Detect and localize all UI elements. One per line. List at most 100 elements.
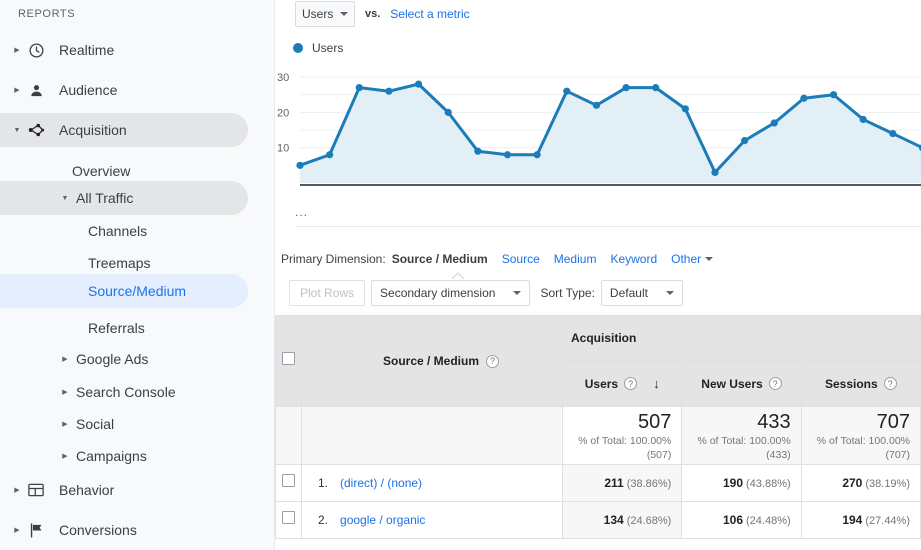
row-new-users-cell: 106 (24.48%) (681, 501, 802, 539)
row-sessions-percent: (38.19%) (865, 478, 910, 490)
metric-selector-row: Users vs. Select a metric (295, 0, 470, 28)
svg-text:10: 10 (277, 143, 289, 155)
chevron-down-icon[interactable] (12, 125, 22, 135)
secondary-dimension-label: Secondary dimension (380, 286, 496, 300)
totals-percent: % of Total: 100.00% (816, 434, 910, 447)
select-a-metric-link[interactable]: Select a metric (390, 7, 469, 21)
dimension-header-label: Source / Medium (382, 354, 480, 368)
chevron-right-icon[interactable]: ▶ (60, 387, 70, 397)
sidebar-item-label: Conversions (59, 522, 137, 538)
sidebar-item-acquisition[interactable]: Acquisition (0, 113, 248, 147)
acquisition-icon (26, 120, 46, 140)
svg-text:30: 30 (277, 72, 289, 84)
metric-select[interactable]: Users (295, 1, 355, 27)
totals-value: 433 (757, 410, 791, 433)
sidebar-item-source-medium[interactable]: Source/Medium (0, 274, 248, 308)
vs-label: vs. (365, 8, 381, 20)
sidebar-item-campaigns[interactable]: ▶ Campaigns (0, 439, 248, 473)
dimension-header-cell[interactable]: Source / Medium ? (301, 315, 563, 407)
chevron-right-icon[interactable] (12, 85, 22, 95)
table-header-group-row: Source / Medium ? Acquisition (275, 315, 921, 407)
flag-icon (26, 520, 46, 540)
sidebar-item-referrals[interactable]: Referrals (0, 311, 248, 345)
sidebar-item-all-traffic[interactable]: ▼ All Traffic (0, 181, 248, 215)
totals-dimension-cell (301, 406, 563, 465)
plot-rows-label: Plot Rows (300, 286, 355, 300)
chevron-right-icon[interactable]: ▶ (60, 354, 70, 364)
sort-type-button[interactable]: Default (600, 280, 683, 306)
metric-select-value: Users (302, 7, 334, 21)
sidebar-section-label: REPORTS (18, 8, 76, 20)
column-header-sessions[interactable]: Sessions ? (800, 360, 921, 407)
help-icon[interactable]: ? (486, 354, 500, 368)
sort-type-label: Sort Type: (540, 286, 595, 300)
primary-dimension-label: Primary Dimension: (281, 252, 386, 266)
sidebar-item-label: Social (76, 416, 115, 432)
row-users-percent: (24.68%) (626, 515, 672, 527)
sidebar-item-channels[interactable]: Channels (0, 214, 248, 248)
sidebar-item-google-ads[interactable]: ▶ Google Ads (0, 342, 248, 376)
row-new-users-cell: 190 (43.88%) (681, 464, 802, 502)
row-dimension-cell: 2. google / organic (301, 501, 563, 539)
help-icon[interactable]: ? (883, 377, 897, 390)
column-header-new-users[interactable]: New Users ? (681, 360, 802, 407)
chevron-right-icon[interactable] (12, 525, 22, 535)
column-header-users[interactable]: Users ? ↓ (561, 360, 683, 407)
sidebar-item-realtime[interactable]: Realtime (0, 33, 248, 67)
row-source-link[interactable]: (direct) / (none) (340, 476, 422, 490)
users-over-time-chart[interactable]: 10 20 30 (275, 62, 921, 190)
help-icon[interactable]: ? (624, 377, 638, 390)
plot-rows-button[interactable]: Plot Rows (289, 280, 366, 306)
sidebar-item-behavior[interactable]: Behavior (0, 473, 248, 507)
secondary-dimension-button[interactable]: Secondary dimension (371, 280, 531, 306)
chevron-right-icon[interactable] (12, 485, 22, 495)
sidebar-item-label: Channels (88, 223, 148, 239)
sidebar-item-audience[interactable]: Audience (0, 73, 248, 107)
table-row[interactable]: 2. google / organic 134 (24.68%) 106 (24.48%)… (275, 501, 921, 539)
primary-dimension-source-link[interactable]: Source (502, 252, 540, 266)
sidebar-item-conversions[interactable]: Conversions (0, 513, 248, 547)
row-dimension-cell: 1. (direct) / (none) (301, 464, 563, 502)
totals-absolute: (507) (646, 448, 672, 461)
totals-value: 707 (876, 410, 910, 433)
row-checkbox[interactable] (282, 474, 295, 487)
sort-type-value: Default (609, 286, 648, 300)
sidebar-item-label: All Traffic (76, 190, 134, 206)
row-sessions-cell: 270 (38.19%) (800, 464, 921, 502)
help-icon[interactable]: ? (768, 377, 782, 390)
sidebar-item-label: Treemaps (88, 255, 151, 271)
row-new-users-value: 106 (722, 513, 744, 527)
source-medium-table: Source / Medium ? Acquisition Users ? ↓ … (275, 315, 921, 539)
chevron-down-icon (340, 12, 348, 16)
table-totals-row: 507% of Total: 100.00% (507) 433% of Total… (275, 406, 921, 465)
sidebar: REPORTS Realtime Audience Acquisition Overv… (0, 0, 275, 550)
person-icon (26, 80, 46, 100)
chevron-down-icon[interactable]: ▼ (60, 193, 70, 203)
svg-text:20: 20 (277, 107, 289, 119)
select-all-cell (275, 315, 302, 407)
chevron-down-icon (705, 257, 714, 261)
row-users-cell: 211 (38.86%) (561, 464, 683, 502)
table-row[interactable]: 1. (direct) / (none) 211 (38.86%) 190 (43.88%… (275, 464, 921, 502)
row-checkbox[interactable] (282, 511, 295, 524)
column-header-sessions-label: Sessions (824, 376, 878, 391)
chevron-right-icon[interactable]: ▶ (60, 451, 70, 461)
primary-dimension-medium-link[interactable]: Medium (554, 252, 597, 266)
totals-checkbox-cell (275, 406, 302, 465)
row-users-cell: 134 (24.68%) (561, 501, 683, 539)
sidebar-item-label: Google Ads (76, 351, 149, 367)
chevron-right-icon[interactable] (12, 45, 22, 55)
sidebar-item-search-console[interactable]: ▶ Search Console (0, 375, 248, 409)
column-header-new-users-label: New Users (701, 376, 763, 391)
primary-dimension-keyword-link[interactable]: Keyword (610, 252, 657, 266)
chevron-right-icon[interactable]: ▶ (60, 419, 70, 429)
sidebar-item-label: Audience (59, 82, 118, 98)
primary-dimension-other-menu[interactable]: Other (671, 252, 714, 266)
row-source-link[interactable]: google / organic (340, 513, 425, 527)
primary-dimension-other-label: Other (671, 252, 702, 266)
primary-dimension-active: Source / Medium (391, 252, 488, 266)
sidebar-item-social[interactable]: ▶ Social (0, 407, 248, 441)
row-index: 2. (318, 513, 329, 527)
select-all-checkbox[interactable] (282, 352, 295, 365)
totals-value: 507 (637, 410, 672, 433)
